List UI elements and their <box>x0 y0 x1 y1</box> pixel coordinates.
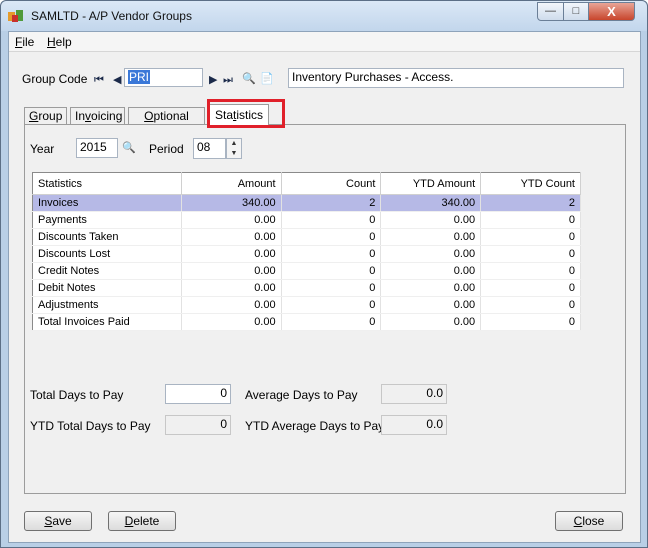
column-header-count[interactable]: Count <box>281 172 382 195</box>
table-row[interactable]: Invoices 340.00 2 340.00 2 <box>32 194 581 212</box>
statistics-tab-highlight <box>207 99 285 128</box>
title-bar[interactable]: SAMLTD - A/P Vendor Groups — □ X <box>1 1 647 31</box>
close-button[interactable]: Close <box>555 511 623 531</box>
cell-amount: 0.00 <box>181 211 282 229</box>
minimize-button[interactable]: — <box>537 2 564 21</box>
column-header-ytd-amount[interactable]: YTD Amount <box>380 172 482 195</box>
cell-statistic: Invoices <box>32 194 182 212</box>
table-row[interactable]: Credit Notes 0.00 0 0.00 0 <box>32 262 581 280</box>
app-icon <box>8 10 23 22</box>
cell-amount: 0.00 <box>181 245 282 263</box>
table-header-row: Statistics Amount Count YTD Amount YTD C… <box>32 172 581 195</box>
cell-amount: 0.00 <box>181 228 282 246</box>
cell-count: 0 <box>281 279 382 297</box>
cell-ytd-count: 0 <box>480 245 581 263</box>
first-record-icon[interactable]: ⏮ <box>94 73 104 87</box>
cell-count: 0 <box>281 228 382 246</box>
ytd-total-days-to-pay-field: 0 <box>165 415 231 435</box>
save-button[interactable]: Save <box>24 511 92 531</box>
new-record-icon[interactable]: 📄 <box>260 72 274 86</box>
cell-count: 0 <box>281 262 382 280</box>
average-days-to-pay-field: 0.0 <box>381 384 447 404</box>
column-header-ytd-count[interactable]: YTD Count <box>480 172 581 195</box>
year-finder-icon[interactable]: 🔍 <box>122 141 136 155</box>
last-record-icon[interactable]: ⏭ <box>223 73 233 87</box>
delete-button[interactable]: Delete <box>108 511 176 531</box>
column-header-statistics[interactable]: Statistics <box>32 172 182 195</box>
cell-statistic: Discounts Lost <box>32 245 182 263</box>
period-label: Period <box>149 142 184 156</box>
cell-statistic: Payments <box>32 211 182 229</box>
maximize-button[interactable]: □ <box>563 2 589 21</box>
cell-ytd-amount: 0.00 <box>380 245 482 263</box>
cell-statistic: Credit Notes <box>32 262 182 280</box>
cell-ytd-amount: 0.00 <box>380 279 482 297</box>
period-spinner[interactable]: ▲ ▼ <box>226 138 242 159</box>
table-row[interactable]: Discounts Lost 0.00 0 0.00 0 <box>32 245 581 263</box>
cell-ytd-amount: 340.00 <box>380 194 482 212</box>
cell-statistic: Adjustments <box>32 296 182 314</box>
average-days-to-pay-label: Average Days to Pay <box>245 388 358 402</box>
cell-amount: 0.00 <box>181 262 282 280</box>
cell-count: 2 <box>281 194 382 212</box>
cell-ytd-amount: 0.00 <box>380 313 482 331</box>
tab-invoicing[interactable]: Invoicing <box>70 107 125 125</box>
cell-ytd-amount: 0.00 <box>380 296 482 314</box>
group-code-value: PRI <box>128 70 151 84</box>
table-row[interactable]: Discounts Taken 0.00 0 0.00 0 <box>32 228 581 246</box>
cell-ytd-count: 0 <box>480 228 581 246</box>
next-record-icon[interactable]: ▶ <box>209 73 217 87</box>
year-input[interactable]: 2015 <box>76 138 118 158</box>
ytd-total-days-to-pay-label: YTD Total Days to Pay <box>30 419 151 433</box>
column-header-amount[interactable]: Amount <box>181 172 282 195</box>
ytd-average-days-to-pay-field: 0.0 <box>381 415 447 435</box>
group-code-input[interactable]: PRI <box>124 68 203 87</box>
cell-amount: 0.00 <box>181 279 282 297</box>
total-days-to-pay-field[interactable]: 0 <box>165 384 231 404</box>
menu-file[interactable]: File <box>15 35 34 49</box>
cell-ytd-amount: 0.00 <box>380 228 482 246</box>
spin-up-icon[interactable]: ▲ <box>227 139 241 149</box>
cell-count: 0 <box>281 211 382 229</box>
cell-count: 0 <box>281 313 382 331</box>
cell-amount: 0.00 <box>181 313 282 331</box>
group-code-label: Group Code <box>22 72 88 86</box>
cell-ytd-count: 0 <box>480 313 581 331</box>
table-row[interactable]: Adjustments 0.00 0 0.00 0 <box>32 296 581 314</box>
close-window-button[interactable]: X <box>588 2 635 21</box>
previous-record-icon[interactable]: ◀ <box>113 73 121 87</box>
cell-ytd-count: 0 <box>480 262 581 280</box>
year-label: Year <box>30 142 55 156</box>
cell-amount: 340.00 <box>181 194 282 212</box>
cell-amount: 0.00 <box>181 296 282 314</box>
menu-help[interactable]: Help <box>47 35 72 49</box>
cell-statistic: Discounts Taken <box>32 228 182 246</box>
cell-ytd-count: 0 <box>480 296 581 314</box>
table-row[interactable]: Payments 0.00 0 0.00 0 <box>32 211 581 229</box>
tab-optional-fields[interactable]: Optional Fields <box>128 107 205 139</box>
menu-bar: File Help <box>9 32 640 52</box>
cell-statistic: Debit Notes <box>32 279 182 297</box>
finder-search-icon[interactable]: 🔍 <box>242 72 256 86</box>
table-row[interactable]: Debit Notes 0.00 0 0.00 0 <box>32 279 581 297</box>
period-input[interactable]: 08 <box>193 138 226 159</box>
cell-ytd-count: 0 <box>480 211 581 229</box>
ytd-average-days-to-pay-label: YTD Average Days to Pay <box>245 419 385 433</box>
cell-statistic: Total Invoices Paid <box>32 313 182 331</box>
tab-group[interactable]: Group <box>24 107 67 125</box>
description-field[interactable]: Inventory Purchases - Access. <box>288 68 624 88</box>
cell-ytd-count: 2 <box>480 194 581 212</box>
table-row[interactable]: Total Invoices Paid 0.00 0 0.00 0 <box>32 313 581 331</box>
cell-count: 0 <box>281 296 382 314</box>
client-area: File Help Group Code ⏮ ◀ PRI ▶ ⏭ 🔍 📄 Inv… <box>8 31 641 543</box>
cell-count: 0 <box>281 245 382 263</box>
statistics-table: Statistics Amount Count YTD Amount YTD C… <box>32 172 581 331</box>
window-title: SAMLTD - A/P Vendor Groups <box>31 9 192 23</box>
cell-ytd-count: 0 <box>480 279 581 297</box>
total-days-to-pay-label: Total Days to Pay <box>30 388 124 402</box>
cell-ytd-amount: 0.00 <box>380 211 482 229</box>
cell-ytd-amount: 0.00 <box>380 262 482 280</box>
app-window: SAMLTD - A/P Vendor Groups — □ X File He… <box>0 0 648 548</box>
spin-down-icon[interactable]: ▼ <box>227 149 241 159</box>
